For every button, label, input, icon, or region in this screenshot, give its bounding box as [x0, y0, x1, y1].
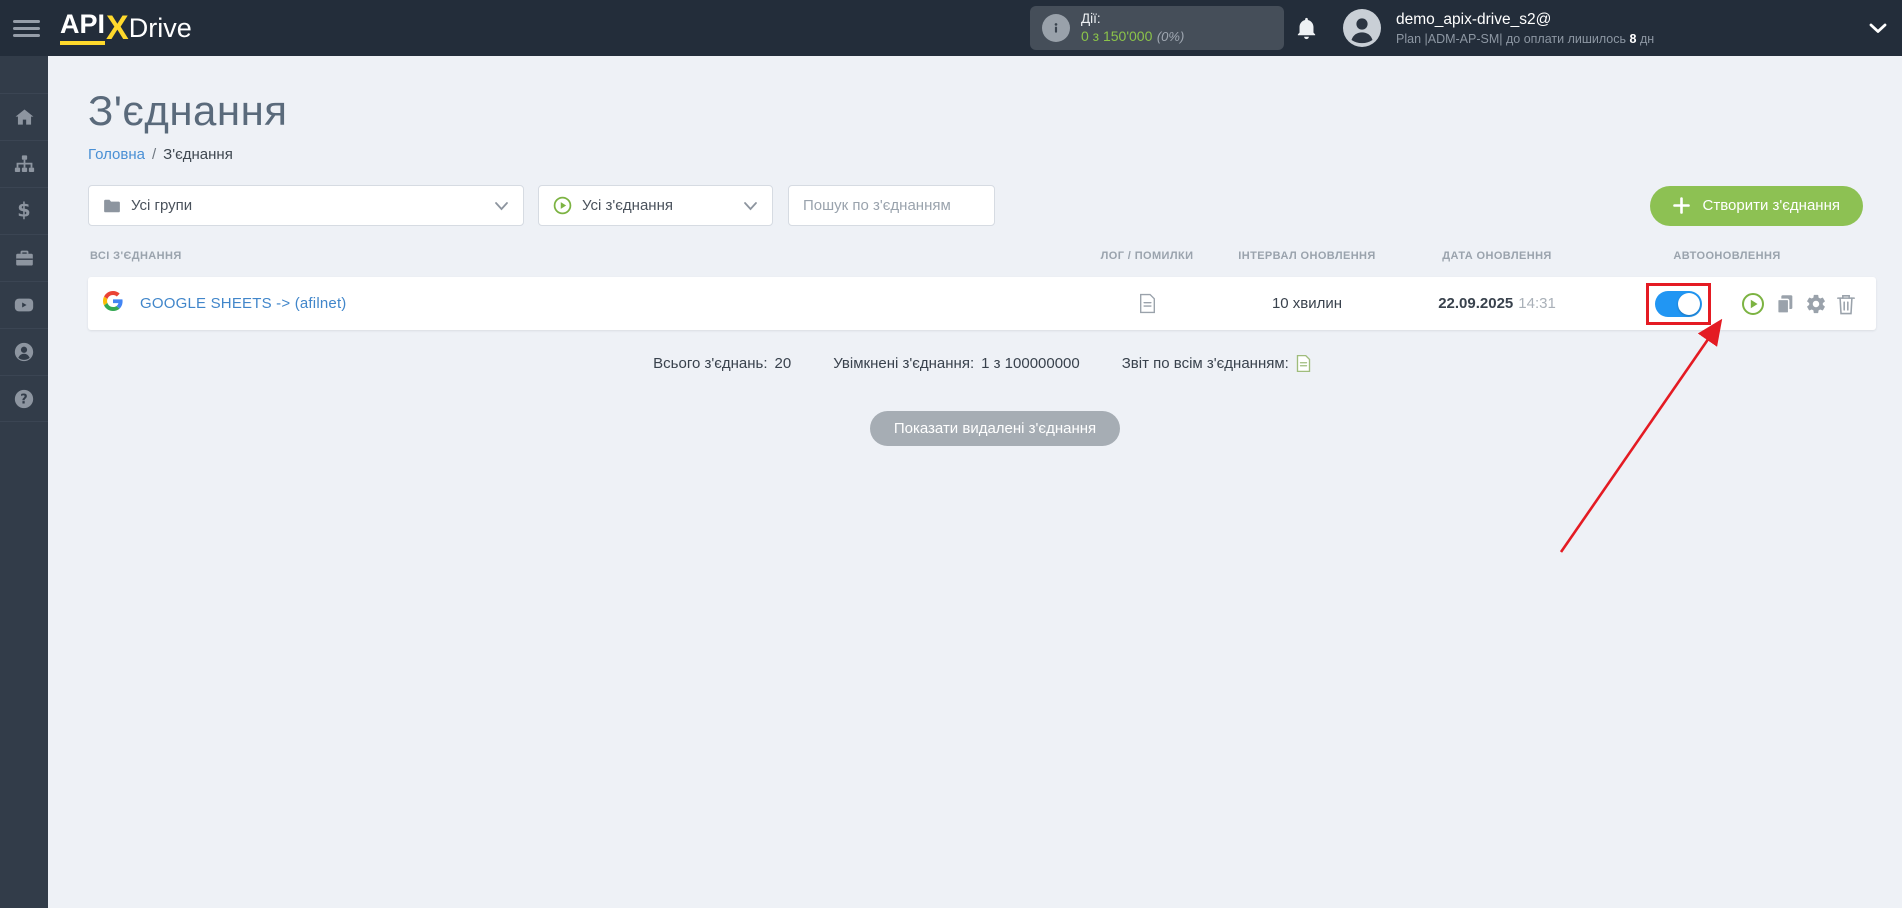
trash-icon: [1837, 294, 1855, 314]
folder-icon: [103, 198, 121, 214]
breadcrumb: Головна / З'єднання: [88, 146, 1902, 163]
enabled-connections: Увімкнені з'єднання: 1 з 100000000: [833, 355, 1080, 372]
actions-percent: (0%): [1156, 28, 1185, 44]
chevron-down-icon: [494, 201, 509, 211]
enabled-connections-value: 1 з 100000000: [981, 355, 1080, 372]
report-all-connections: Звіт по всім з'єднанням:: [1122, 354, 1311, 373]
header-update-interval: ІНТЕРВАЛ ОНОВЛЕННЯ: [1238, 250, 1376, 262]
run-connection-button[interactable]: [1741, 292, 1765, 316]
autoupdate-cell: [1592, 282, 1862, 325]
gear-icon: [1807, 294, 1825, 313]
connections-filter-dropdown[interactable]: Усі з'єднання: [538, 185, 773, 226]
topbar: API X Drive Дії: 0 з 150'000 (0%) demo_api…: [0, 0, 1902, 56]
create-connection-button[interactable]: Створити з'єднання: [1649, 185, 1863, 226]
user-name: demo_apix-drive_s2@: [1396, 10, 1552, 28]
help-icon: ?: [14, 389, 34, 408]
log-document-icon[interactable]: [1139, 293, 1156, 314]
days-left-value: 8: [1629, 31, 1637, 46]
hamburger-menu-icon[interactable]: [13, 16, 40, 41]
user-menu[interactable]: demo_apix-drive_s2@ Plan |ADM-AP-SM| до …: [1396, 11, 1654, 46]
payments-icon: $: [17, 200, 30, 222]
toggle-knob: [1678, 292, 1700, 315]
groups-filter-value: Усі групи: [131, 197, 193, 214]
delete-connection-button[interactable]: [1836, 293, 1856, 315]
table-header: ВСІ З'ЄДНАННЯ ЛОГ / ПОМИЛКИ ІНТЕРВАЛ ОНО…: [88, 250, 1876, 262]
page-title: З'єднання: [88, 87, 288, 134]
header-log-errors: ЛОГ / ПОМИЛКИ: [1100, 250, 1194, 262]
user-plan-info: Plan |ADM-AP-SM| до оплати лишилось 8 дн: [1396, 31, 1655, 46]
update-interval-value: 10 хвилин: [1271, 295, 1343, 312]
play-circle-icon: [553, 196, 572, 215]
info-icon: [1042, 14, 1070, 42]
sidebar-item-account[interactable]: [0, 328, 48, 375]
header-all-connections: ВСІ З'ЄДНАННЯ: [90, 250, 182, 262]
sidebar-item-payments[interactable]: $: [0, 187, 48, 234]
svg-text:?: ?: [20, 392, 27, 407]
sidebar-item-home[interactable]: [0, 93, 48, 140]
chevron-down-icon: [743, 201, 758, 211]
header-update-date: ДАТА ОНОВЛЕННЯ: [1442, 250, 1552, 262]
update-date-value: 22.09.2025: [1438, 295, 1514, 312]
svg-text:$: $: [17, 200, 30, 222]
sidebar-item-help[interactable]: ?: [0, 375, 48, 422]
topbar-right: demo_apix-drive_s2@ Plan |ADM-AP-SM| до …: [1294, 0, 1902, 56]
copy-connection-button[interactable]: [1774, 293, 1796, 315]
structure-icon: [14, 154, 34, 172]
notifications-bell-icon[interactable]: [1294, 16, 1319, 41]
connection-name-link[interactable]: GOOGLE SHEETS -> (afilnet): [140, 295, 347, 312]
play-circle-icon: [1742, 292, 1764, 315]
user-menu-chevron-down-icon[interactable]: [1869, 22, 1887, 34]
total-connections: Всього з'єднань: 20: [653, 355, 792, 372]
show-deleted-connections-button[interactable]: Показати видалені з'єднання: [869, 411, 1121, 446]
actions-usage: 0 з 150'000: [1081, 27, 1153, 44]
logo-text-x: X: [106, 9, 129, 47]
google-icon: [103, 291, 123, 316]
report-document-icon[interactable]: [1296, 354, 1311, 373]
home-icon: [15, 108, 33, 125]
connection-row: GOOGLE SHEETS -> (afilnet) 10 хвилин 22.…: [88, 277, 1876, 330]
logo-text-drive: Drive: [128, 12, 192, 43]
copy-icon: [1776, 294, 1793, 314]
actions-counter-text: Дії: 0 з 150'000 (0%): [1081, 11, 1184, 46]
breadcrumb-current: З'єднання: [163, 146, 233, 163]
apixdrive-logo[interactable]: API X Drive: [60, 11, 192, 45]
video-icon: [14, 298, 34, 312]
update-date-cell: 22.09.2025 14:31: [1402, 295, 1592, 312]
autoupdate-toggle[interactable]: [1655, 290, 1702, 317]
account-icon: [14, 342, 34, 362]
sidebar-item-video[interactable]: [0, 281, 48, 328]
sidebar-item-services[interactable]: [0, 234, 48, 281]
services-icon: [15, 250, 33, 265]
user-avatar[interactable]: [1343, 9, 1381, 47]
search-input[interactable]: [788, 185, 995, 226]
settings-button[interactable]: [1805, 293, 1827, 315]
update-time-value: 14:31: [1518, 295, 1556, 312]
create-connection-label: Створити з'єднання: [1702, 197, 1840, 214]
sidebar: $ ?: [0, 56, 48, 908]
sidebar-item-structure[interactable]: [0, 140, 48, 187]
breadcrumb-home-link[interactable]: Головна: [88, 146, 145, 163]
main-content: З'єднання Головна / З'єднання Усі групи Ус…: [48, 56, 1902, 908]
header-autoupdate: АВТООНОВЛЕННЯ: [1673, 250, 1781, 262]
groups-filter-dropdown[interactable]: Усі групи: [88, 185, 524, 226]
filters-row: Усі групи Усі з'єднання Створити з'єднан…: [88, 185, 1863, 226]
summary-bar: Всього з'єднань: 20 Увімкнені з'єднання:…: [88, 354, 1876, 373]
connections-filter-value: Усі з'єднання: [582, 197, 673, 214]
breadcrumb-separator: /: [152, 146, 157, 163]
logo-text-api: API: [60, 11, 106, 45]
plus-icon: [1672, 197, 1690, 214]
annotation-rectangle: [1646, 282, 1711, 325]
row-actions: [1741, 292, 1856, 316]
total-connections-value: 20: [774, 355, 792, 372]
actions-label: Дії:: [1081, 10, 1101, 26]
actions-counter-widget[interactable]: Дії: 0 з 150'000 (0%): [1030, 6, 1284, 50]
